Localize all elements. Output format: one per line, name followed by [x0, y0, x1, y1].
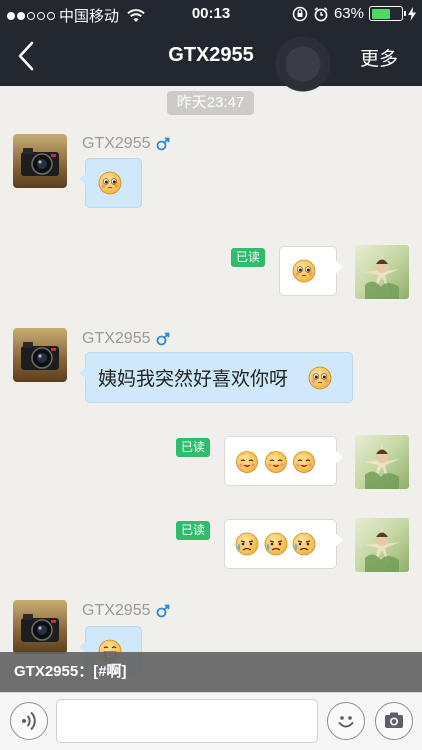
sweat-emoji-icon	[264, 532, 288, 556]
status-bar: 中国移动 00:13 63%	[0, 0, 422, 28]
nav-bar: GTX2955 更多	[0, 28, 422, 92]
charging-bolt-icon	[408, 6, 416, 21]
contact-avatar[interactable]	[13, 600, 67, 654]
chat-title: GTX2955	[168, 44, 254, 66]
male-gender-icon	[157, 137, 170, 151]
happy-emoji-icon	[235, 449, 259, 473]
more-button[interactable]: 更多	[360, 44, 398, 71]
sweat-emoji-icon	[235, 532, 259, 556]
blush-emoji-icon	[98, 171, 122, 195]
sender-name-row: GTX2955	[82, 135, 170, 153]
assistive-touch-button[interactable]	[275, 36, 331, 92]
happy-emoji-icon	[264, 449, 288, 473]
read-badge: 已读	[176, 438, 210, 457]
happy-emoji-icon	[292, 449, 316, 473]
male-gender-icon	[157, 332, 170, 346]
read-badge: 已读	[176, 521, 210, 540]
sender-name-row: GTX2955	[82, 602, 170, 620]
new-message-preview[interactable]: GTX2955：[#啊]	[0, 652, 422, 692]
blush-emoji-icon	[292, 259, 316, 283]
incoming-message-bubble[interactable]	[79, 158, 142, 208]
camera-icon	[384, 712, 403, 728]
sender-name-row: GTX2955	[82, 330, 170, 348]
my-avatar[interactable]	[355, 245, 409, 299]
male-gender-icon	[157, 604, 170, 618]
battery-level-fill	[371, 8, 390, 19]
smiley-icon	[338, 715, 353, 727]
voice-button[interactable]	[10, 702, 48, 740]
battery-icon	[369, 6, 406, 21]
contact-avatar[interactable]	[13, 134, 67, 188]
alarm-icon	[314, 6, 328, 21]
sender-name: GTX2955	[82, 602, 151, 619]
my-avatar[interactable]	[355, 518, 409, 572]
contact-avatar[interactable]	[13, 328, 67, 382]
outgoing-message-bubble[interactable]	[224, 436, 343, 486]
timestamp-badge: 昨天23:47	[167, 91, 254, 115]
top-bar: 中国移动 00:13 63% GTX2955 更多	[0, 0, 422, 92]
input-bar	[0, 692, 422, 750]
outgoing-message-bubble[interactable]	[224, 519, 343, 569]
voice-icon	[21, 711, 36, 730]
camera-button[interactable]	[375, 702, 413, 740]
blush-emoji-icon	[308, 366, 332, 390]
sweat-emoji-icon	[292, 532, 316, 556]
rotation-lock-icon	[292, 6, 308, 21]
status-right: 63%	[292, 5, 416, 22]
message-input[interactable]	[56, 699, 318, 743]
message-text: 姨妈我突然好喜欢你呀	[98, 369, 289, 390]
sender-name: GTX2955	[82, 330, 151, 347]
outgoing-message-bubble[interactable]	[279, 246, 343, 296]
my-avatar[interactable]	[355, 435, 409, 489]
incoming-text-bubble[interactable]: 姨妈我突然好喜欢你呀	[79, 352, 353, 403]
emoji-button[interactable]	[327, 702, 365, 740]
read-badge: 已读	[231, 248, 265, 267]
sender-name: GTX2955	[82, 135, 151, 152]
battery-percent: 63%	[333, 5, 364, 22]
